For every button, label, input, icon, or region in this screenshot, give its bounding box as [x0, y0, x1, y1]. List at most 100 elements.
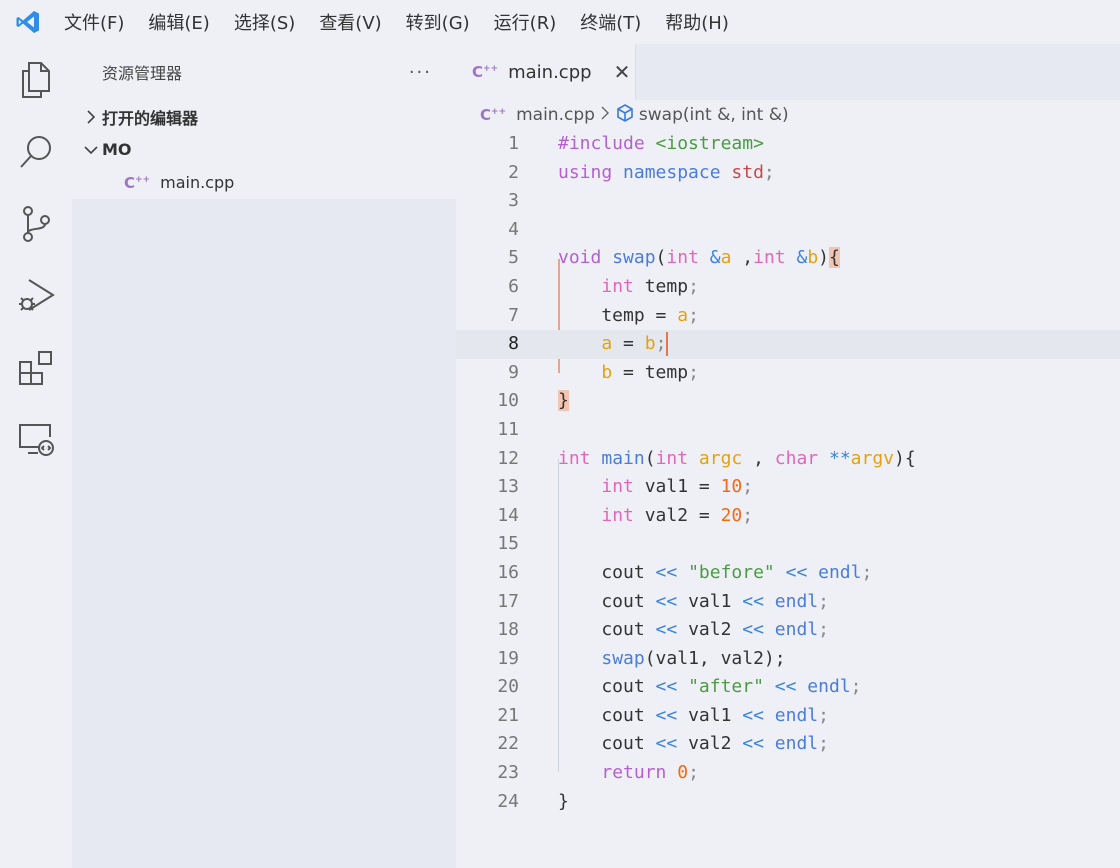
- activity-bar: [0, 44, 72, 868]
- code-token: (val1, val2);: [644, 647, 786, 669]
- breadcrumb-file[interactable]: main.cpp: [516, 105, 595, 125]
- sidebar-title: 资源管理器: [102, 64, 183, 83]
- line-number: 11: [497, 418, 519, 440]
- code-line[interactable]: 16 cout << "before" << endl;: [456, 559, 1120, 588]
- code-token: 10: [720, 476, 743, 498]
- code-line[interactable]: 10}: [456, 387, 1120, 416]
- cpp-file-icon: C++: [472, 63, 499, 81]
- code-text: b = temp;: [558, 359, 699, 388]
- code-editor[interactable]: 1 #include <iostream> 2 using namespace std…: [456, 130, 1120, 816]
- sidebar-header: 资源管理器 ···: [72, 44, 456, 100]
- code-line[interactable]: 22 cout << val2 << endl;: [456, 730, 1120, 759]
- matched-bracket: }: [558, 390, 569, 412]
- code-token: ;: [742, 476, 754, 498]
- code-token: <<: [742, 619, 775, 641]
- code-line[interactable]: 15: [456, 530, 1120, 559]
- code-token: swap: [601, 647, 645, 669]
- extensions-icon[interactable]: [14, 346, 58, 390]
- code-line[interactable]: 23 return 0;: [456, 759, 1120, 788]
- remote-explorer-icon[interactable]: [14, 418, 58, 462]
- code-line[interactable]: 18 cout << val2 << endl;: [456, 616, 1120, 645]
- code-token: val2 =: [644, 504, 721, 526]
- code-token: endl: [774, 704, 819, 726]
- menu-selection[interactable]: 选择(S): [234, 9, 295, 35]
- code-line[interactable]: 9 b = temp;: [456, 359, 1120, 388]
- code-text: cout << val2 << endl;: [558, 616, 829, 645]
- line-number: 10: [497, 390, 519, 412]
- method-cube-icon: [615, 103, 635, 128]
- code-line[interactable]: 4: [456, 216, 1120, 245]
- more-actions-icon[interactable]: ···: [409, 62, 432, 83]
- line-number: 23: [497, 762, 519, 784]
- source-control-icon[interactable]: [14, 202, 58, 246]
- code-token: #include: [558, 133, 656, 154]
- menu-edit[interactable]: 编辑(E): [148, 9, 209, 35]
- code-line[interactable]: 19 swap(val1, val2);: [456, 645, 1120, 674]
- menu-go[interactable]: 转到(G): [406, 9, 470, 35]
- code-text: cout << val1 << endl;: [558, 588, 829, 617]
- breadcrumb-symbol[interactable]: swap(int &, int &): [639, 105, 789, 125]
- search-icon[interactable]: [14, 130, 58, 174]
- editor-tabs: C++ main.cpp ✕: [456, 44, 1120, 100]
- code-token: <<: [655, 676, 689, 698]
- menu-terminal[interactable]: 终端(T): [580, 9, 641, 35]
- folder-section[interactable]: MO: [72, 133, 456, 166]
- line-number: 9: [508, 361, 519, 383]
- code-token: ;: [818, 590, 829, 612]
- code-line[interactable]: 11: [456, 416, 1120, 445]
- menu-file[interactable]: 文件(F): [64, 9, 124, 35]
- code-line[interactable]: 17 cout << val1 << endl;: [456, 588, 1120, 617]
- close-icon[interactable]: ✕: [614, 60, 631, 84]
- open-editors-section[interactable]: 打开的编辑器: [72, 100, 456, 133]
- sidebar-explorer: 资源管理器 ··· 打开的编辑器 MO C++ main.cpp: [72, 44, 456, 868]
- code-token: 0: [677, 762, 689, 784]
- code-line[interactable]: 13 int val1 = 10;: [456, 473, 1120, 502]
- code-token: int: [666, 247, 710, 269]
- code-token: int: [753, 247, 797, 269]
- code-line[interactable]: 2 using namespace std;: [456, 159, 1120, 188]
- code-line[interactable]: 12 int main(int argc , char **argv){: [456, 445, 1120, 474]
- code-line[interactable]: 3: [456, 187, 1120, 216]
- code-text: #include <iostream>: [558, 130, 764, 159]
- tab-label: main.cpp: [508, 61, 592, 83]
- line-number: 1: [508, 133, 519, 154]
- code-line[interactable]: 7 temp = a;: [456, 302, 1120, 331]
- code-line[interactable]: 20 cout << "after" << endl;: [456, 673, 1120, 702]
- code-token: =: [612, 333, 645, 355]
- tab-main-cpp[interactable]: C++ main.cpp ✕: [456, 44, 636, 100]
- menu-run[interactable]: 运行(R): [494, 9, 557, 35]
- line-number: 4: [508, 218, 519, 240]
- code-line[interactable]: 24}: [456, 788, 1120, 817]
- menu-help[interactable]: 帮助(H): [665, 9, 729, 35]
- menu-view[interactable]: 查看(V): [319, 9, 381, 35]
- code-line[interactable]: 21 cout << val1 << endl;: [456, 702, 1120, 731]
- code-line[interactable]: 5 void swap(int &a ,int &b){: [456, 244, 1120, 273]
- code-token: cout: [558, 561, 656, 583]
- code-token: "before": [688, 561, 786, 583]
- code-token: main: [601, 447, 645, 469]
- code-token: <<: [655, 561, 689, 583]
- code-line[interactable]: 14 int val2 = 20;: [456, 502, 1120, 531]
- breadcrumb: C++ main.cpp swap(int &, int &): [456, 100, 1120, 130]
- code-token: <<: [785, 561, 819, 583]
- vscode-logo-icon[interactable]: [0, 0, 56, 44]
- code-text: return 0;: [558, 759, 699, 788]
- code-token: endl: [774, 733, 819, 755]
- run-debug-icon[interactable]: [14, 274, 58, 318]
- file-tree-item-main-cpp[interactable]: C++ main.cpp: [72, 166, 456, 199]
- code-token: return: [601, 762, 678, 784]
- explorer-icon[interactable]: [14, 58, 58, 102]
- code-line[interactable]: 8 a = b;: [456, 330, 1120, 359]
- folder-label: MO: [102, 140, 132, 159]
- open-editors-label: 打开的编辑器: [102, 108, 199, 128]
- line-number: 17: [497, 590, 519, 612]
- code-text: cout << "after" << endl;: [558, 673, 861, 702]
- code-line[interactable]: 6 int temp;: [456, 273, 1120, 302]
- code-token: ;: [688, 275, 699, 297]
- code-line[interactable]: 1 #include <iostream>: [456, 130, 1120, 159]
- code-token: a: [601, 333, 613, 355]
